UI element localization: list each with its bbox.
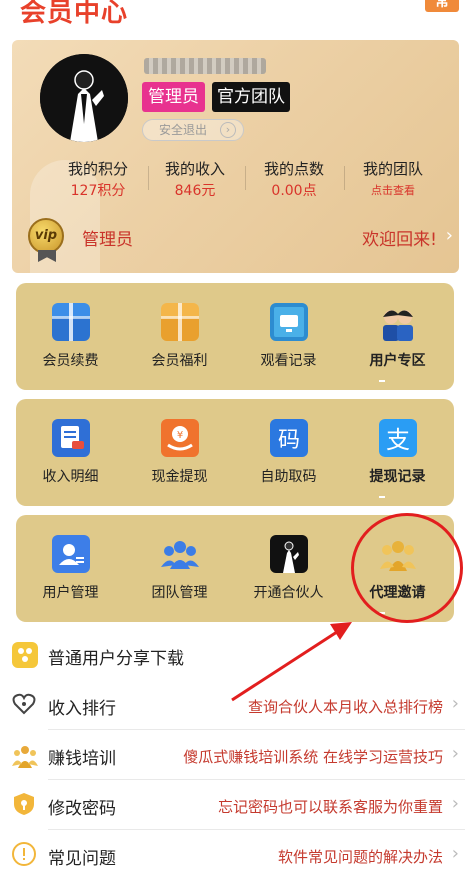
grid-item-withdraw-record[interactable]: 支 提现记录	[343, 399, 452, 506]
users-avatar-icon	[379, 303, 417, 341]
grid-label: 会员福利	[151, 353, 208, 369]
stat-credits[interactable]: 我的点数 0.00点	[244, 158, 344, 200]
decorative-tick	[379, 496, 385, 498]
suit-avatar-icon	[40, 54, 128, 142]
grid-item-income-detail[interactable]: 收入明细	[16, 399, 125, 506]
list-item-faq[interactable]: 常见问题 软件常见问题的解决办法 ›	[0, 830, 465, 878]
list-item-share-download[interactable]: 普通用户分享下载	[0, 630, 465, 680]
chevron-right-icon: ›	[451, 693, 459, 714]
grid-label: 现金提现	[151, 469, 208, 485]
list-item-income-rank[interactable]: 收入排行 查询合伙人本月收入总排行榜 ›	[0, 680, 465, 730]
team-icon	[161, 535, 199, 573]
grid-item-withdraw[interactable]: ¥ 现金提现	[125, 399, 234, 506]
alipay-icon: 支	[379, 419, 417, 457]
stat-value: 846元	[174, 183, 216, 199]
training-icon	[12, 742, 38, 768]
stat-value: 0.00点	[271, 183, 317, 199]
grid-label: 自助取码	[260, 469, 317, 485]
gift-box-icon	[161, 303, 199, 341]
grid-label: 观看记录	[260, 353, 317, 369]
tv-icon	[270, 303, 308, 341]
list-item-label: 收入排行	[48, 699, 116, 719]
profile-card: 管理员 官方团队 安全退出 › 我的积分 127积分 我的收入 846元 我的点…	[12, 40, 459, 273]
vip-role-label: 管理员	[82, 230, 133, 250]
stats-row: 我的积分 127积分 我的收入 846元 我的点数 0.00点 我的团队 点击查…	[48, 158, 438, 200]
grid-item-open-partner[interactable]: 开通合伙人	[234, 515, 343, 622]
stat-label: 我的收入	[164, 160, 225, 178]
chevron-right-icon: ›	[451, 743, 459, 764]
admin-tag: 管理员	[142, 82, 205, 112]
suit-icon	[270, 535, 308, 573]
user-id-blurred	[144, 58, 266, 74]
list-item-desc: 查询合伙人本月收入总排行榜	[247, 698, 443, 716]
list-item-label: 普通用户分享下载	[48, 649, 184, 669]
list-item-desc: 软件常见问题的解决办法	[277, 848, 443, 866]
document-icon	[52, 419, 90, 457]
welcome-text[interactable]: 欢迎回来!	[362, 225, 437, 250]
grid-item-user-zone[interactable]: 用户专区	[343, 283, 452, 390]
grid-label: 用户管理	[42, 585, 99, 601]
stat-label: 我的积分	[67, 160, 128, 178]
grid-item-benefits[interactable]: 会员福利	[125, 283, 234, 390]
chevron-right-icon: ›	[220, 122, 236, 138]
stat-income[interactable]: 我的收入 846元	[145, 158, 245, 200]
grid-label: 团队管理	[151, 585, 208, 601]
svg-text:码: 码	[278, 428, 300, 453]
share-icon	[12, 642, 38, 668]
stat-value: 127积分	[70, 183, 126, 199]
grid-label: 开通合伙人	[253, 585, 324, 601]
list-item-label: 赚钱培训	[48, 749, 116, 769]
list-item-change-password[interactable]: 修改密码 忘记密码也可以联系客服为你重置 ›	[0, 780, 465, 830]
vip-badge-icon: vip	[28, 218, 64, 254]
user-card-icon	[52, 535, 90, 573]
svg-text:¥: ¥	[177, 430, 183, 441]
grid-label: 用户专区	[369, 353, 426, 369]
annotation-circle	[351, 513, 463, 623]
cash-icon: ¥	[161, 419, 199, 457]
grid-item-history[interactable]: 观看记录	[234, 283, 343, 390]
logout-label: 安全退出	[159, 123, 208, 137]
list-item-training[interactable]: 赚钱培训 傻瓜式赚钱培训系统 在线学习运营技巧 ›	[0, 730, 465, 780]
chevron-right-icon: ›	[451, 793, 459, 814]
stat-label: 我的团队	[362, 160, 423, 178]
grid-item-team-manage[interactable]: 团队管理	[125, 515, 234, 622]
grid-label: 提现记录	[369, 469, 426, 485]
chevron-right-icon: ›	[445, 225, 453, 246]
grid-item-self-code[interactable]: 码 自助取码	[234, 399, 343, 506]
svg-text:支: 支	[386, 426, 410, 454]
stat-team[interactable]: 我的团队 点击查看	[343, 158, 443, 198]
avatar[interactable]	[40, 54, 128, 142]
page-title: 会员中心	[20, 0, 129, 28]
stat-value: 点击查看	[371, 184, 415, 197]
grid-panel-2: 收入明细 ¥ 现金提现 码 自助取码 支 提现记录	[16, 399, 454, 506]
code-icon: 码	[270, 419, 308, 457]
grid-item-user-manage[interactable]: 用户管理	[16, 515, 125, 622]
corner-button[interactable]: 常	[425, 0, 459, 12]
list-item-desc: 傻瓜式赚钱培训系统 在线学习运营技巧	[183, 748, 443, 766]
list-item-desc: 忘记密码也可以联系客服为你重置	[217, 798, 443, 816]
stat-label: 我的点数	[263, 160, 324, 178]
grid-label: 收入明细	[42, 469, 99, 485]
logout-button[interactable]: 安全退出 ›	[142, 119, 244, 141]
gift-icon	[52, 303, 90, 341]
warning-icon	[12, 842, 36, 866]
grid-item-renew[interactable]: 会员续费	[16, 283, 125, 390]
team-tag: 官方团队	[212, 82, 290, 112]
chevron-right-icon: ›	[451, 843, 459, 864]
list-item-label: 修改密码	[48, 799, 116, 819]
shield-icon	[12, 792, 36, 816]
stat-points[interactable]: 我的积分 127积分	[48, 158, 148, 200]
grid-panel-1: 会员续费 会员福利 观看记录 用户专区	[16, 283, 454, 390]
grid-label: 会员续费	[42, 353, 99, 369]
decorative-tick	[379, 380, 385, 382]
list-item-label: 常见问题	[48, 849, 116, 869]
heart-icon	[12, 692, 36, 716]
